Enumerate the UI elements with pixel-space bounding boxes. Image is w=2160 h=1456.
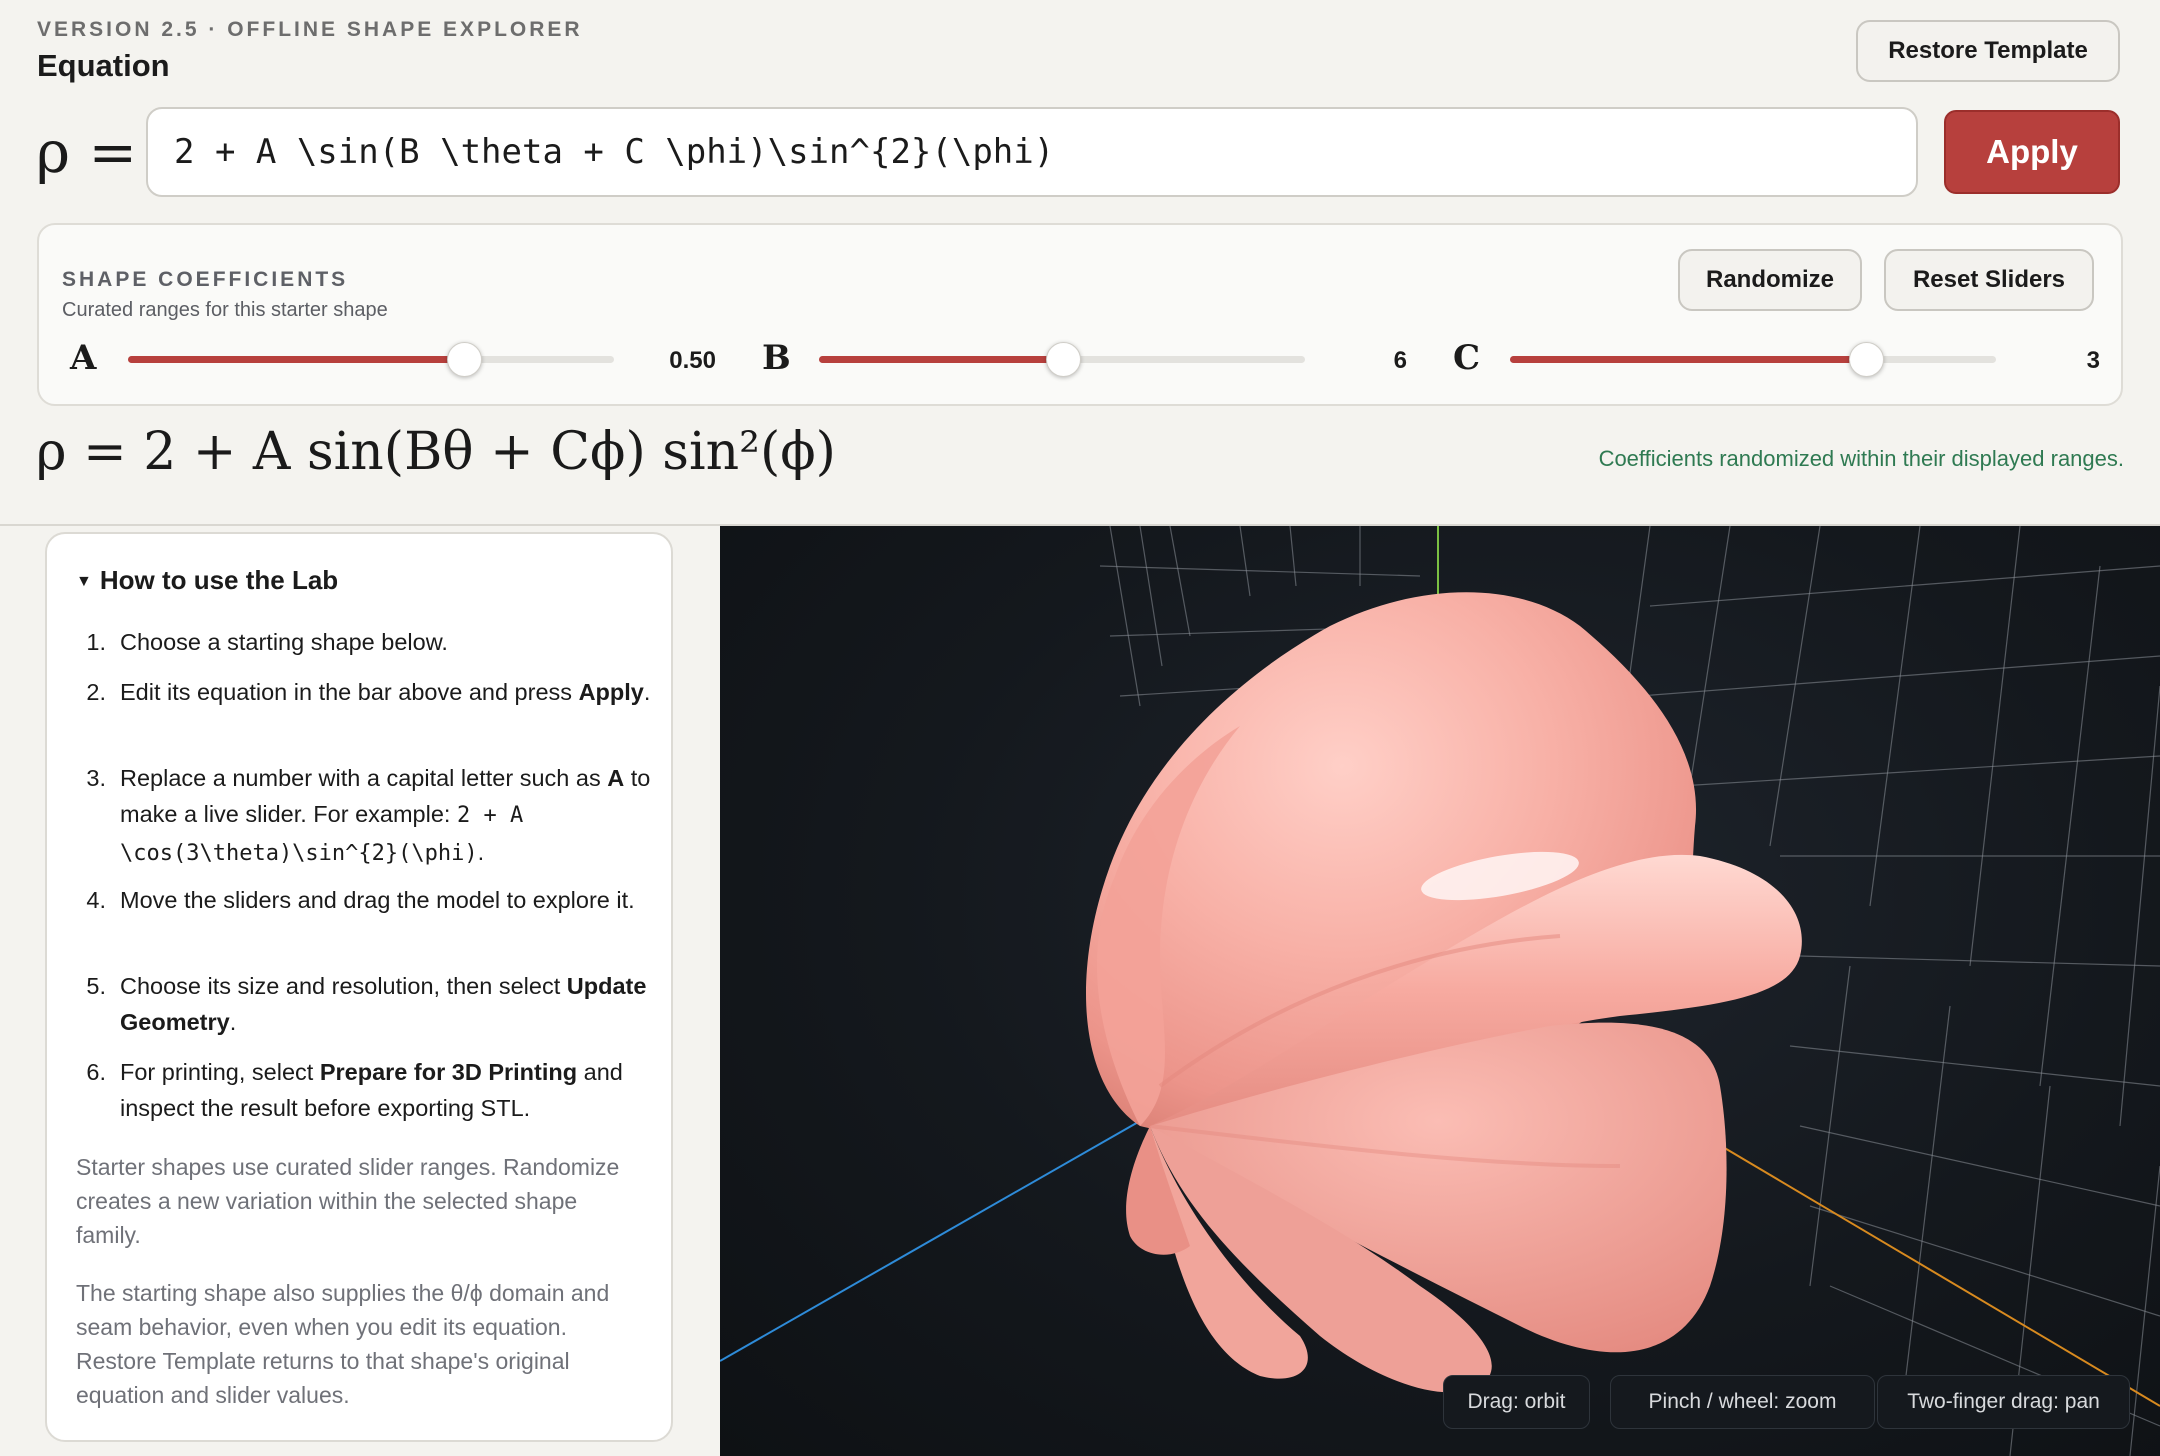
equation-heading: Equation (37, 48, 170, 83)
help-note-ranges: Starter shapes use curated slider ranges… (76, 1154, 620, 1248)
randomize-button[interactable]: Randomize (1678, 249, 1862, 311)
reset-sliders-button[interactable]: Reset Sliders (1884, 249, 2094, 311)
step-text: Choose a starting shape below. (120, 629, 448, 655)
help-note-domain: The starting shape also supplies the θ/ϕ… (76, 1280, 610, 1408)
hint-zoom: Pinch / wheel: zoom (1610, 1375, 1875, 1429)
step-number: 4. (86, 887, 106, 913)
x-axis-line (720, 1120, 1141, 1362)
step-text: Choose its size and resolution, then sel… (120, 973, 647, 1035)
slider-a-track[interactable] (128, 342, 614, 377)
step-number: 6. (86, 1059, 106, 1085)
slider-b-track[interactable] (819, 342, 1305, 377)
step-number: 2. (86, 679, 106, 705)
rho-label: ρ = (36, 118, 138, 186)
3d-viewport[interactable] (720, 526, 2160, 1456)
rendered-formula: ρ = 2 + A sin(Bθ + Cϕ) sin²(ϕ) (36, 422, 836, 482)
step-number: 1. (86, 629, 106, 655)
hint-orbit: Drag: orbit (1443, 1375, 1590, 1429)
slider-c-label: C (1453, 338, 1481, 378)
coefficients-title: SHAPE COEFFICIENTS (62, 268, 349, 291)
restore-template-button[interactable]: Restore Template (1856, 20, 2120, 82)
slider-c-thumb[interactable] (1848, 342, 1884, 377)
slider-b-label: B (762, 338, 791, 378)
slider-b-value: 6 (1393, 347, 1407, 374)
slider-a-fill (128, 356, 464, 363)
step-text: For printing, select Prepare for 3D Prin… (120, 1059, 623, 1121)
scene-canvas (720, 526, 2160, 1456)
slider-b-thumb[interactable] (1046, 342, 1081, 377)
coefficients-subtitle: Curated ranges for this starter shape (62, 299, 388, 321)
slider-c-fill (1510, 356, 1865, 363)
apply-button[interactable]: Apply (1944, 110, 2120, 194)
hint-pan: Two-finger drag: pan (1877, 1375, 2130, 1429)
step-text: Replace a number with a capital letter s… (120, 765, 651, 866)
step-text: Move the sliders and drag the model to e… (120, 887, 635, 913)
slider-a-label: A (70, 338, 97, 378)
step-text: Edit its equation in the bar above and p… (120, 679, 651, 705)
version-label: VERSION 2.5 · OFFLINE SHAPE EXPLORER (37, 18, 583, 41)
slider-a-value: 0.50 (669, 347, 716, 374)
help-title-text: How to use the Lab (99, 565, 339, 595)
equation-input[interactable]: 2 + A \sin(B \theta + C \phi)\sin^{2}(\p… (146, 107, 1918, 197)
slider-b-fill (819, 356, 1062, 363)
slider-c-value: 3 (2086, 347, 2100, 374)
slider-c-track[interactable] (1510, 342, 1996, 377)
shape-mesh (1086, 592, 1802, 1393)
help-toggle[interactable]: ▼ How to use the Lab (76, 565, 338, 596)
disclosure-triangle-icon: ▼ (76, 573, 92, 590)
status-message: Coefficients randomized within their dis… (1598, 446, 2124, 471)
step-number: 3. (86, 765, 106, 791)
step-number: 5. (86, 973, 106, 999)
